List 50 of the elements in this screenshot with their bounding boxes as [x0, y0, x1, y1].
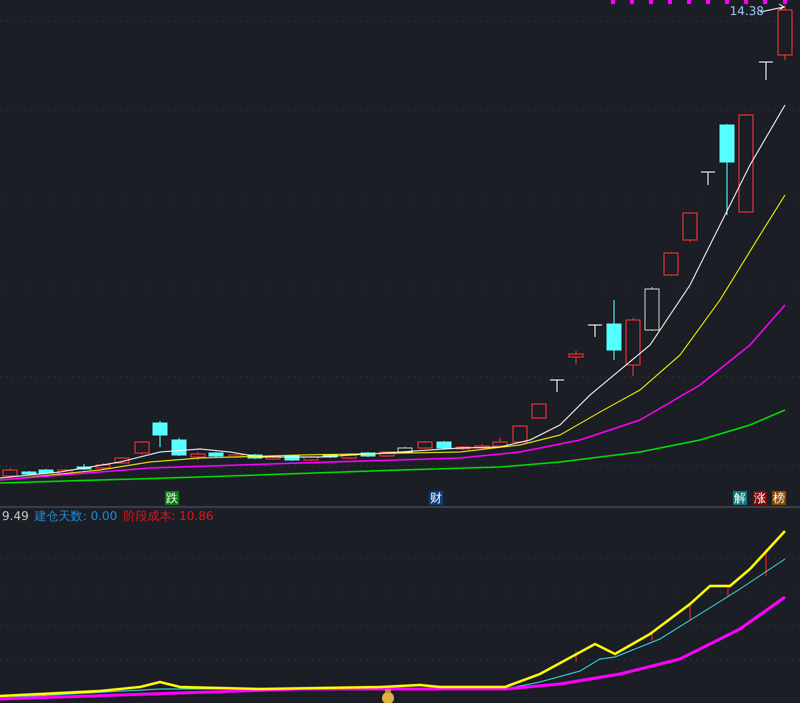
candle [492, 438, 508, 448]
candle [266, 454, 280, 460]
candle [152, 420, 168, 448]
candle [568, 350, 584, 364]
candle [644, 286, 660, 332]
candle [456, 446, 470, 450]
candle [682, 212, 698, 242]
candle [322, 454, 338, 458]
candle [22, 470, 36, 476]
candle [342, 454, 356, 460]
signal-tag: 财 [429, 491, 443, 505]
candle [114, 456, 130, 464]
candle [758, 62, 774, 80]
candle [512, 424, 528, 444]
candle [436, 440, 452, 450]
candle [664, 252, 678, 276]
candle [550, 380, 564, 392]
candle [96, 462, 110, 470]
candle [360, 452, 376, 458]
candle [304, 456, 318, 462]
candle [38, 468, 54, 474]
indicator-reading: 建仓天数: 0.00 [34, 509, 118, 523]
candle [76, 464, 92, 470]
candle [228, 454, 244, 458]
indicator-reading: 阶段成本: 10.86 [123, 509, 214, 523]
candle [134, 440, 150, 456]
candle [208, 452, 224, 458]
candle [700, 172, 716, 186]
candle [606, 300, 622, 360]
signal-tag: 解 [733, 491, 747, 505]
candle [248, 454, 262, 460]
candle [190, 452, 206, 460]
candle [380, 450, 394, 458]
signal-tag: 跌 [165, 491, 179, 505]
candle [284, 454, 300, 462]
candle [474, 444, 490, 450]
candle [532, 402, 546, 420]
signal-tag: 涨 [753, 491, 767, 505]
candle [398, 446, 412, 454]
candle [2, 468, 18, 478]
candle [58, 468, 72, 476]
candle [588, 324, 602, 338]
price-label: 14.38 [730, 4, 764, 18]
candle [626, 318, 640, 376]
money-bag-icon [382, 689, 394, 703]
candle [172, 438, 186, 456]
candle [418, 440, 432, 450]
signal-tag: 榜 [772, 491, 786, 505]
indicator-reading: 9.49 [2, 509, 29, 523]
candle [778, 4, 792, 60]
